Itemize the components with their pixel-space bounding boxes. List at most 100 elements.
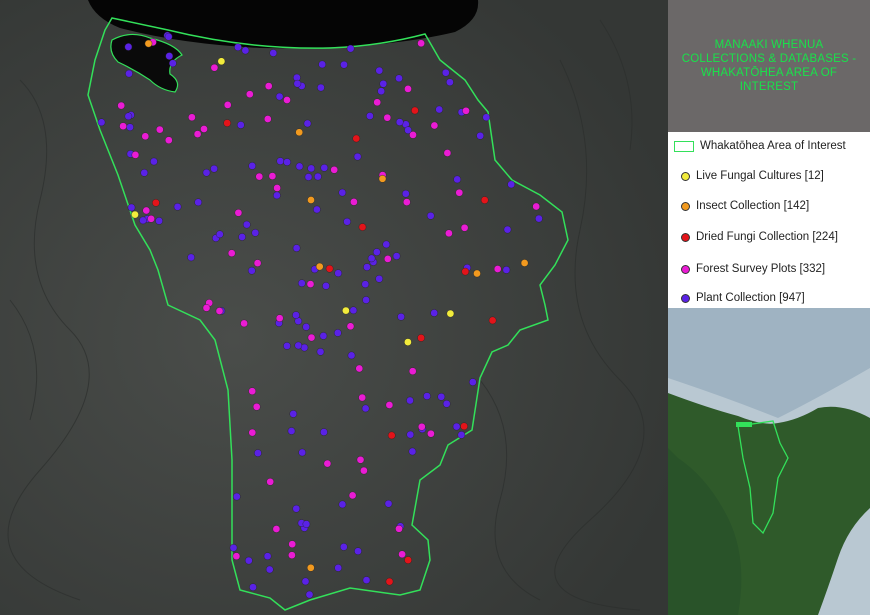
purple-point [320, 163, 329, 172]
purple-point [435, 105, 444, 114]
purple-point [125, 69, 133, 78]
purple-point [289, 410, 298, 418]
purple-dot-icon [681, 293, 690, 303]
magenta-point [248, 428, 257, 437]
red-point [488, 316, 497, 325]
purple-point [276, 157, 285, 165]
purple-point [155, 217, 163, 225]
legend-item-forest-plots: Forest Survey Plots [332] [668, 258, 825, 280]
purple-point [249, 583, 257, 592]
purple-point [401, 189, 410, 198]
purple-point [430, 309, 439, 317]
magenta-point [164, 136, 173, 144]
purple-point [361, 280, 370, 289]
red-point [358, 223, 367, 231]
magenta-point [248, 387, 256, 396]
yellow-point [131, 210, 139, 219]
magenta-point [532, 202, 541, 211]
red-point [325, 264, 334, 273]
orange-point [295, 128, 304, 137]
magenta-point [275, 314, 284, 323]
magenta-point [288, 540, 297, 549]
terrain-map[interactable] [0, 0, 668, 615]
legend-label: Whakatōhea Area of Interest [700, 140, 846, 152]
purple-point [503, 225, 512, 234]
purple-point [294, 341, 303, 350]
purple-point [316, 347, 325, 356]
magenta-point [200, 125, 208, 133]
legend-item-dried-fungi: Dried Fungi Collection [224] [668, 226, 838, 248]
purple-point [273, 191, 281, 200]
magenta-point [493, 265, 502, 273]
magenta-point [355, 364, 364, 373]
purple-point [238, 233, 246, 241]
inset-locator-map[interactable] [668, 308, 870, 615]
yellow-point [342, 306, 350, 315]
purple-point [476, 131, 485, 140]
purple-point [168, 59, 177, 68]
purple-point [251, 228, 260, 237]
magenta-point [273, 184, 281, 192]
purple-point [406, 430, 415, 439]
legend-label: Plant Collection [947] [696, 292, 805, 304]
purple-point [441, 68, 450, 77]
inset-area-highlight [736, 422, 752, 427]
purple-point [139, 216, 147, 225]
magenta-point [417, 422, 426, 431]
magenta-point [306, 280, 315, 288]
legend-label: Live Fungal Cultures [12] [696, 170, 824, 182]
magenta-point [288, 551, 296, 560]
purple-point [362, 296, 370, 304]
purple-point [165, 52, 174, 60]
magenta-point [210, 63, 219, 72]
purple-point [194, 198, 202, 207]
purple-point [408, 447, 417, 456]
magenta-point [117, 101, 125, 110]
purple-point [353, 152, 362, 161]
side-panel: MANAAKI WHENUA COLLECTIONS & DATABASES -… [668, 0, 870, 615]
purple-point [367, 254, 376, 263]
legend-item-live-fungal: Live Fungal Cultures [12] [668, 165, 824, 187]
purple-point [97, 118, 106, 127]
boundary-swatch [674, 140, 694, 152]
orange-point [378, 174, 387, 183]
red-point [460, 422, 468, 431]
yellow-point [217, 57, 226, 66]
orange-point [307, 196, 315, 204]
purple-point [297, 279, 306, 288]
purple-point [322, 282, 330, 290]
purple-point [482, 113, 491, 122]
magenta-point [356, 455, 365, 464]
purple-point [210, 164, 218, 173]
red-point [461, 267, 470, 276]
magenta-point [323, 459, 332, 468]
purple-point [397, 312, 405, 321]
magenta-point [358, 393, 367, 402]
magenta-point [266, 477, 275, 486]
purple-point [535, 214, 543, 223]
magenta-point [147, 214, 155, 223]
purple-point [187, 253, 195, 262]
legend-item-boundary: Whakatōhea Area of Interest [668, 135, 846, 157]
purple-point [319, 332, 328, 340]
magenta-point [383, 113, 392, 122]
purple-point [317, 83, 325, 92]
magenta-point [430, 121, 439, 130]
orange-point [473, 269, 481, 278]
purple-point [150, 157, 158, 166]
red-point [223, 119, 231, 127]
magenta-point [346, 322, 355, 331]
map-layout: MANAAKI WHENUA COLLECTIONS & DATABASES -… [0, 0, 870, 615]
purple-point [349, 306, 358, 315]
red-dot-icon [681, 232, 690, 242]
red-point [352, 134, 361, 143]
magenta-point [252, 402, 261, 411]
purple-point [457, 431, 466, 439]
map-title: MANAAKI WHENUA COLLECTIONS & DATABASES -… [681, 39, 857, 93]
purple-point [241, 46, 250, 55]
purple-point [283, 342, 291, 350]
legend-label: Dried Fungi Collection [224] [696, 231, 838, 243]
purple-point [124, 112, 133, 121]
purple-point [442, 399, 451, 408]
purple-point [298, 448, 307, 457]
